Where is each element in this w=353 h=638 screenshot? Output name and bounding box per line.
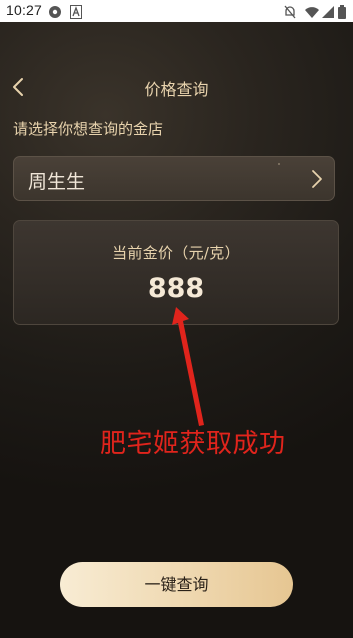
letter-a-icon (70, 4, 82, 23)
price-label: 当前金价（元/克） (112, 244, 240, 262)
selected-store-name: 周生生 (28, 171, 86, 193)
price-card: 当前金价（元/克） 888 (13, 220, 339, 325)
notification-off-icon (283, 4, 297, 23)
price-value: 888 (147, 273, 205, 304)
store-prompt: 请选择你想查询的金店 (13, 120, 164, 138)
battery-icon (338, 4, 346, 23)
annotation-text: 肥宅姬获取成功 (100, 429, 286, 459)
chevron-right-icon (310, 169, 324, 189)
signal-icon (322, 4, 334, 23)
store-selector[interactable]: 周生生 (13, 156, 335, 201)
settings-gear-icon (48, 4, 62, 23)
page-title: 价格查询 (144, 80, 209, 99)
wifi-icon (305, 4, 319, 23)
decorative-dot (278, 163, 280, 165)
query-button[interactable]: 一键查询 (60, 562, 293, 607)
navigation-bar: 价格查询 (0, 70, 353, 104)
status-time: 10:27 (6, 2, 43, 18)
status-bar: 10:27 (0, 0, 353, 22)
